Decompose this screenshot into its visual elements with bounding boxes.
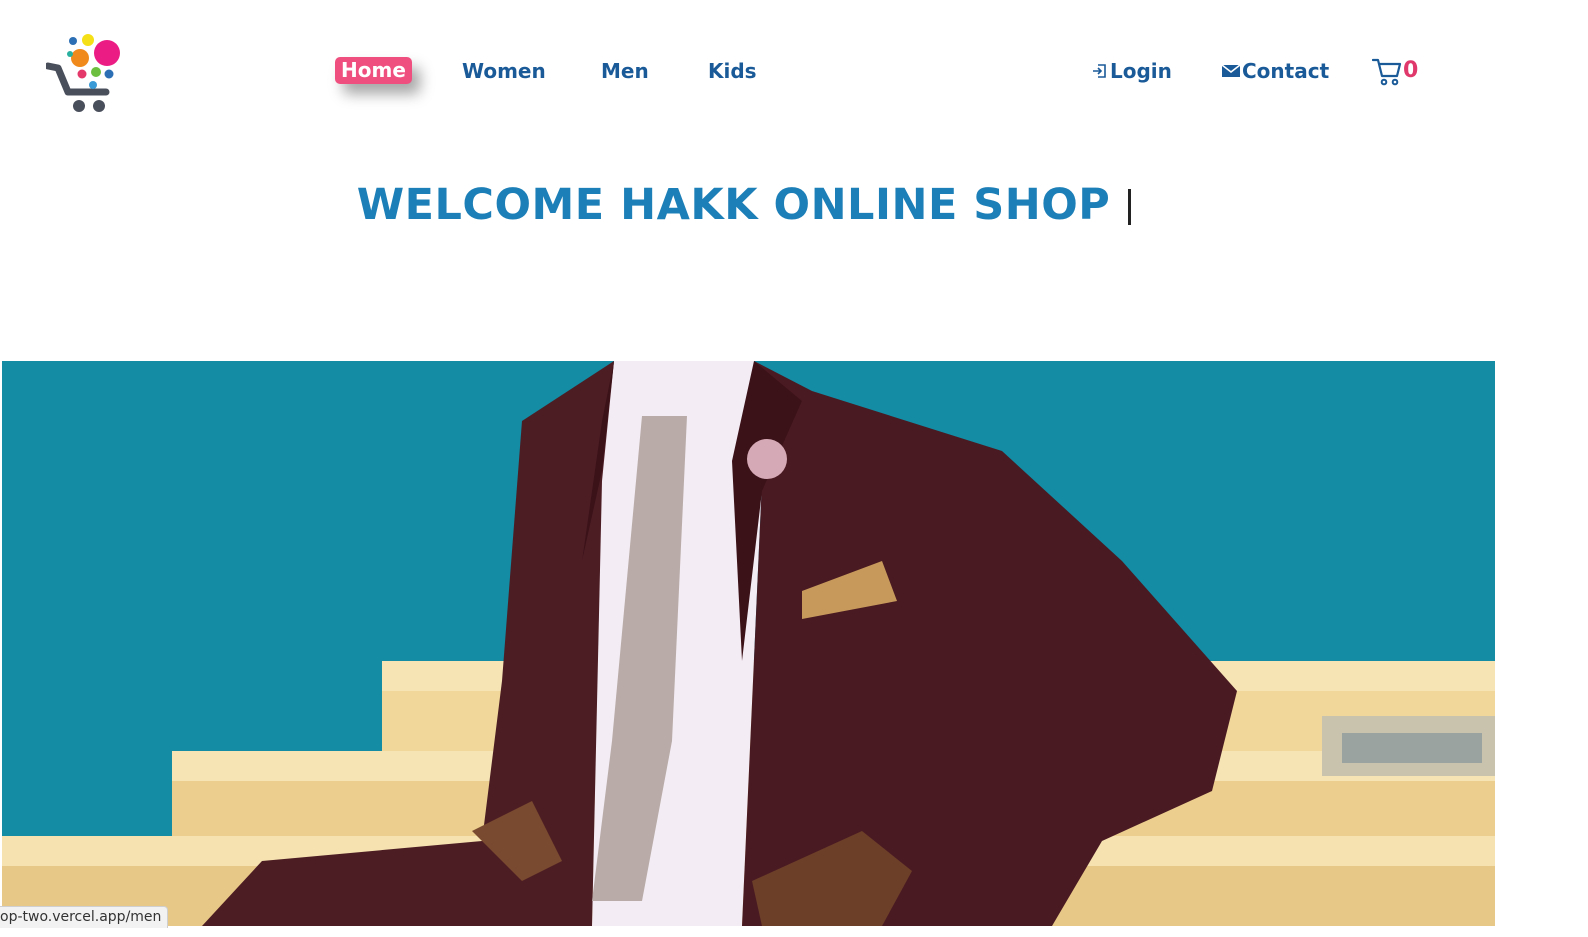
shopping-cart-logo-icon [44,34,120,112]
status-bar-url: op-two.vercel.app/men [0,906,169,928]
welcome-text: WELCOME HAKK ONLINE SHOP [356,180,1111,230]
login-icon [1093,64,1106,78]
envelope-icon [1222,64,1240,77]
nav-kids[interactable]: Kids [708,58,757,84]
contact-label: Contact [1242,59,1330,83]
nav-home[interactable]: Home [335,57,412,84]
hero-banner-image [2,361,1495,926]
nav-women[interactable]: Women [462,58,546,84]
cart-count: 0 [1403,58,1419,83]
cart-button[interactable]: 0 [1372,56,1418,86]
welcome-heading: WELCOME HAKK ONLINE SHOP [0,176,1488,234]
site-logo[interactable] [44,30,124,116]
nav-men[interactable]: Men [601,58,649,84]
man-in-suit-photo [2,361,1495,926]
shopping-cart-icon [1372,58,1402,86]
login-link[interactable]: Login [1092,58,1172,84]
contact-link[interactable]: Contact [1222,58,1329,84]
login-label: Login [1110,59,1172,83]
typing-cursor [1128,189,1132,225]
